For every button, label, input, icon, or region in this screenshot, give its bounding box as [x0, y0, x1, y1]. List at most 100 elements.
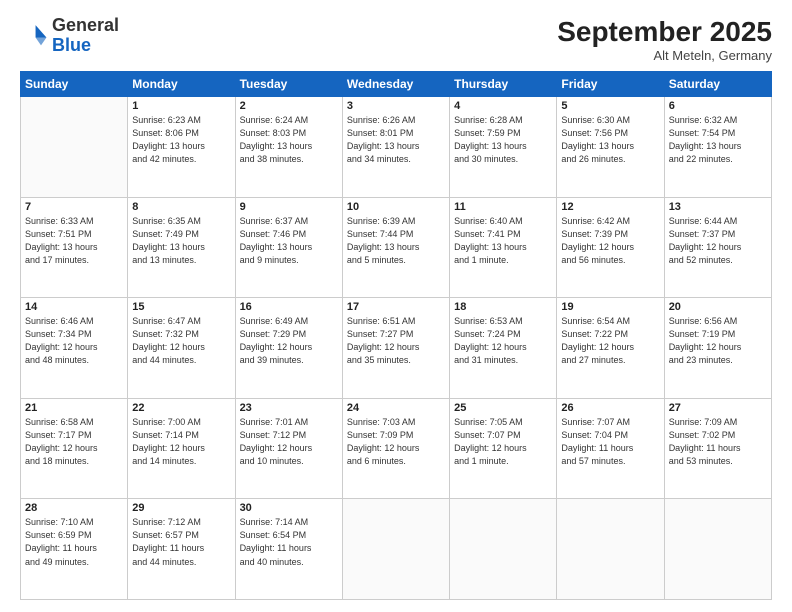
col-monday: Monday	[128, 72, 235, 97]
table-row: 3Sunrise: 6:26 AMSunset: 8:01 PMDaylight…	[342, 97, 449, 198]
table-row: 6 Sunrise: 6:32 AMSunset: 7:54 PMDaylight…	[664, 97, 771, 198]
day-info: Sunrise: 6:49 AMSunset: 7:29 PMDaylight:…	[240, 315, 338, 367]
day-number: 12	[561, 201, 659, 213]
day-number: 8	[132, 201, 230, 213]
calendar-table: Sunday Monday Tuesday Wednesday Thursday…	[20, 71, 772, 600]
day-number: 17	[347, 301, 445, 313]
table-row: 19 Sunrise: 6:54 AMSunset: 7:22 PMDayligh…	[557, 298, 664, 399]
day-info: Sunrise: 7:00 AMSunset: 7:14 PMDaylight:…	[132, 416, 230, 468]
day-number: 25	[454, 402, 552, 414]
month-title: September 2025	[557, 16, 772, 48]
day-number: 26	[561, 402, 659, 414]
table-row: 10 Sunrise: 6:39 AMSunset: 7:44 PMDayligh…	[342, 197, 449, 298]
table-row: 22 Sunrise: 7:00 AMSunset: 7:14 PMDayligh…	[128, 398, 235, 499]
day-number: 16	[240, 301, 338, 313]
day-number: 14	[25, 301, 123, 313]
day-number: 21	[25, 402, 123, 414]
table-row: 16 Sunrise: 6:49 AMSunset: 7:29 PMDayligh…	[235, 298, 342, 399]
logo-icon	[20, 22, 48, 50]
table-row: 1 Sunrise: 6:23 AMSunset: 8:06 PMDaylight…	[128, 97, 235, 198]
day-info: Sunrise: 6:44 AMSunset: 7:37 PMDaylight:…	[669, 215, 767, 267]
day-info: Sunrise: 6:58 AMSunset: 7:17 PMDaylight:…	[25, 416, 123, 468]
day-number: 24	[347, 402, 445, 414]
table-row: 27 Sunrise: 7:09 AMSunset: 7:02 PMDayligh…	[664, 398, 771, 499]
day-info: Sunrise: 6:32 AMSunset: 7:54 PMDaylight:…	[669, 114, 767, 166]
day-info: Sunrise: 7:09 AMSunset: 7:02 PMDaylight:…	[669, 416, 767, 468]
table-row: 21 Sunrise: 6:58 AMSunset: 7:17 PMDayligh…	[21, 398, 128, 499]
day-info: Sunrise: 6:35 AMSunset: 7:49 PMDaylight:…	[132, 215, 230, 267]
col-tuesday: Tuesday	[235, 72, 342, 97]
calendar-week-row: 1 Sunrise: 6:23 AMSunset: 8:06 PMDaylight…	[21, 97, 772, 198]
table-row: 29 Sunrise: 7:12 AMSunset: 6:57 PMDayligh…	[128, 499, 235, 600]
table-row: 8 Sunrise: 6:35 AMSunset: 7:49 PMDaylight…	[128, 197, 235, 298]
day-info: Sunrise: 7:03 AMSunset: 7:09 PMDaylight:…	[347, 416, 445, 468]
table-row	[450, 499, 557, 600]
table-row: 13 Sunrise: 6:44 AMSunset: 7:37 PMDayligh…	[664, 197, 771, 298]
day-number: 15	[132, 301, 230, 313]
table-row: 5 Sunrise: 6:30 AMSunset: 7:56 PMDaylight…	[557, 97, 664, 198]
day-info: Sunrise: 6:30 AMSunset: 7:56 PMDaylight:…	[561, 114, 659, 166]
day-info: Sunrise: 6:23 AMSunset: 8:06 PMDaylight:…	[132, 114, 230, 166]
table-row: 25 Sunrise: 7:05 AMSunset: 7:07 PMDayligh…	[450, 398, 557, 499]
logo: General Blue	[20, 16, 119, 56]
day-info: Sunrise: 6:54 AMSunset: 7:22 PMDaylight:…	[561, 315, 659, 367]
logo-general-text: General	[52, 15, 119, 35]
day-number: 10	[347, 201, 445, 213]
day-number: 1	[132, 100, 230, 112]
day-info: Sunrise: 6:26 AMSunset: 8:01 PMDaylight:…	[347, 114, 445, 166]
table-row: 23Sunrise: 7:01 AMSunset: 7:12 PMDayligh…	[235, 398, 342, 499]
table-row: 17 Sunrise: 6:51 AMSunset: 7:27 PMDayligh…	[342, 298, 449, 399]
table-row: 26 Sunrise: 7:07 AMSunset: 7:04 PMDayligh…	[557, 398, 664, 499]
col-saturday: Saturday	[664, 72, 771, 97]
title-block: September 2025 Alt Meteln, Germany	[557, 16, 772, 63]
table-row: 28 Sunrise: 7:10 AMSunset: 6:59 PMDayligh…	[21, 499, 128, 600]
table-row: 18Sunrise: 6:53 AMSunset: 7:24 PMDayligh…	[450, 298, 557, 399]
day-info: Sunrise: 7:05 AMSunset: 7:07 PMDaylight:…	[454, 416, 552, 468]
day-number: 4	[454, 100, 552, 112]
day-info: Sunrise: 6:46 AMSunset: 7:34 PMDaylight:…	[25, 315, 123, 367]
day-number: 18	[454, 301, 552, 313]
day-number: 19	[561, 301, 659, 313]
col-wednesday: Wednesday	[342, 72, 449, 97]
day-number: 22	[132, 402, 230, 414]
day-info: Sunrise: 6:39 AMSunset: 7:44 PMDaylight:…	[347, 215, 445, 267]
table-row: 14 Sunrise: 6:46 AMSunset: 7:34 PMDayligh…	[21, 298, 128, 399]
day-info: Sunrise: 6:24 AMSunset: 8:03 PMDaylight:…	[240, 114, 338, 166]
table-row: 24 Sunrise: 7:03 AMSunset: 7:09 PMDayligh…	[342, 398, 449, 499]
col-thursday: Thursday	[450, 72, 557, 97]
table-row	[21, 97, 128, 198]
day-info: Sunrise: 6:33 AMSunset: 7:51 PMDaylight:…	[25, 215, 123, 267]
table-row: 20Sunrise: 6:56 AMSunset: 7:19 PMDayligh…	[664, 298, 771, 399]
table-row: 30 Sunrise: 7:14 AMSunset: 6:54 PMDayligh…	[235, 499, 342, 600]
calendar-header-row: Sunday Monday Tuesday Wednesday Thursday…	[21, 72, 772, 97]
table-row: 12Sunrise: 6:42 AMSunset: 7:39 PMDayligh…	[557, 197, 664, 298]
day-number: 5	[561, 100, 659, 112]
table-row	[557, 499, 664, 600]
table-row: 11 Sunrise: 6:40 AMSunset: 7:41 PMDayligh…	[450, 197, 557, 298]
day-number: 29	[132, 502, 230, 514]
day-info: Sunrise: 6:51 AMSunset: 7:27 PMDaylight:…	[347, 315, 445, 367]
table-row: 2Sunrise: 6:24 AMSunset: 8:03 PMDaylight…	[235, 97, 342, 198]
day-number: 11	[454, 201, 552, 213]
calendar-week-row: 28 Sunrise: 7:10 AMSunset: 6:59 PMDayligh…	[21, 499, 772, 600]
day-info: Sunrise: 7:01 AMSunset: 7:12 PMDaylight:…	[240, 416, 338, 468]
day-number: 9	[240, 201, 338, 213]
logo-blue-text: Blue	[52, 35, 91, 55]
table-row: 4Sunrise: 6:28 AMSunset: 7:59 PMDaylight…	[450, 97, 557, 198]
day-info: Sunrise: 6:47 AMSunset: 7:32 PMDaylight:…	[132, 315, 230, 367]
day-number: 28	[25, 502, 123, 514]
day-info: Sunrise: 6:40 AMSunset: 7:41 PMDaylight:…	[454, 215, 552, 267]
day-number: 13	[669, 201, 767, 213]
day-info: Sunrise: 7:14 AMSunset: 6:54 PMDaylight:…	[240, 516, 338, 568]
table-row: 9Sunrise: 6:37 AMSunset: 7:46 PMDaylight…	[235, 197, 342, 298]
table-row	[342, 499, 449, 600]
day-number: 27	[669, 402, 767, 414]
day-info: Sunrise: 7:10 AMSunset: 6:59 PMDaylight:…	[25, 516, 123, 568]
day-info: Sunrise: 7:07 AMSunset: 7:04 PMDaylight:…	[561, 416, 659, 468]
table-row: 7Sunrise: 6:33 AMSunset: 7:51 PMDaylight…	[21, 197, 128, 298]
col-sunday: Sunday	[21, 72, 128, 97]
day-info: Sunrise: 7:12 AMSunset: 6:57 PMDaylight:…	[132, 516, 230, 568]
calendar-week-row: 7Sunrise: 6:33 AMSunset: 7:51 PMDaylight…	[21, 197, 772, 298]
day-number: 6	[669, 100, 767, 112]
day-number: 30	[240, 502, 338, 514]
